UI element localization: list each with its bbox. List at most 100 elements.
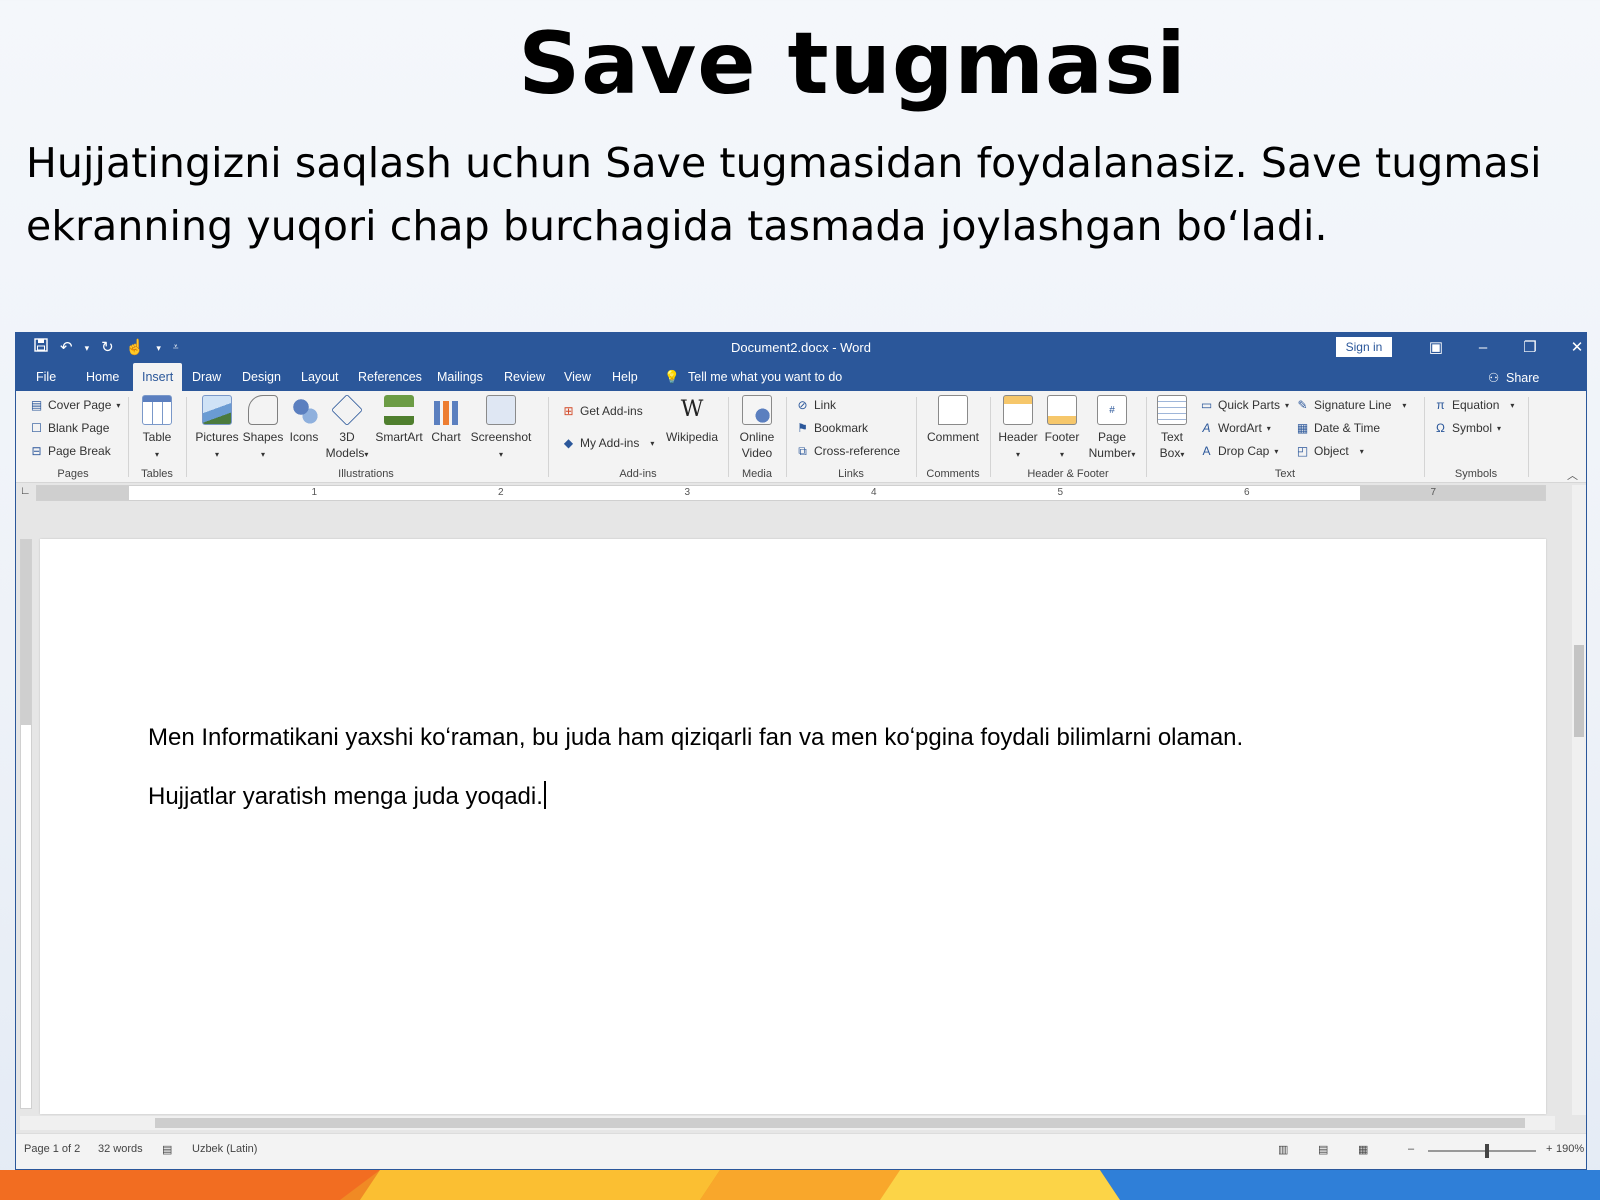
object-button[interactable]: ◰ Object ▾ xyxy=(1296,441,1364,461)
footer-button[interactable]: Footer ▾ xyxy=(1042,395,1082,463)
group-symbols: π Equation ▾ Ω Symbol ▾ Symbols xyxy=(1426,391,1526,483)
tab-references[interactable]: References xyxy=(358,363,422,391)
group-divider xyxy=(728,397,729,477)
screenshot-icon xyxy=(486,395,516,425)
drop-cap-button[interactable]: A Drop Cap ▾ xyxy=(1200,441,1278,461)
ribbon-display-icon[interactable]: ▣ xyxy=(1421,333,1451,363)
ruler-number: 2 xyxy=(498,487,504,498)
online-video-label-line2: Video xyxy=(741,446,773,460)
group-label: Links xyxy=(838,468,864,480)
tab-insert[interactable]: Insert xyxy=(133,363,183,391)
vertical-scroll-thumb[interactable] xyxy=(1574,645,1584,737)
tab-view[interactable]: View xyxy=(564,363,591,391)
cube-icon xyxy=(331,394,363,426)
shapes-button[interactable]: Shapes ▾ xyxy=(242,395,284,463)
ruler-number: 1 xyxy=(311,487,318,498)
cross-reference-button[interactable]: ⧉ Cross-reference xyxy=(796,441,900,461)
symbol-label: Symbol xyxy=(1452,421,1493,435)
zoom-out-icon[interactable]: – xyxy=(1408,1143,1414,1155)
smartart-button[interactable]: SmartArt xyxy=(372,395,426,445)
vertical-scrollbar[interactable] xyxy=(1572,485,1586,1115)
collapse-ribbon-icon[interactable]: ︿ xyxy=(1567,467,1578,483)
sign-in-button[interactable]: Sign in xyxy=(1336,337,1392,357)
3d-models-button[interactable]: 3D Models▾ xyxy=(324,394,370,463)
table-label: Table xyxy=(142,430,172,444)
page-number-button[interactable]: # Page Number▾ xyxy=(1084,395,1140,463)
group-links: ⊘ Link ⚑ Bookmark ⧉ Cross-reference Links xyxy=(788,391,914,483)
bookmark-button[interactable]: ⚑ Bookmark xyxy=(796,418,868,438)
minimize-icon[interactable]: – xyxy=(1468,333,1498,363)
group-header-footer: Header ▾ Footer ▾ # Page Number▾ Header & Fo… xyxy=(992,391,1144,483)
group-label: Symbols xyxy=(1454,468,1498,480)
horizontal-ruler[interactable]: 1 2 3 4 5 6 7 xyxy=(36,485,1546,501)
chart-button[interactable]: Chart xyxy=(428,395,464,445)
page-number-label-line2: Number xyxy=(1088,446,1132,460)
zoom-level[interactable]: 190% xyxy=(1556,1143,1584,1155)
close-icon[interactable]: ✕ xyxy=(1562,333,1586,363)
text-cursor xyxy=(543,781,546,809)
tab-layout[interactable]: Layout xyxy=(301,363,339,391)
tab-review[interactable]: Review xyxy=(504,363,545,391)
screenshot-button[interactable]: Screenshot ▾ xyxy=(468,395,534,463)
symbol-button[interactable]: Ω Symbol ▾ xyxy=(1434,418,1501,438)
title-bar: ↶ ▾ ↻ ☝ ▾ ⩡ Document2.docx - Word Sign i… xyxy=(16,333,1586,363)
date-time-button[interactable]: ▦ Date & Time xyxy=(1296,418,1380,438)
horizontal-scrollbar[interactable] xyxy=(20,1116,1555,1130)
signature-line-button[interactable]: ✎ Signature Line ▾ xyxy=(1296,395,1406,415)
chart-icon xyxy=(431,395,461,425)
chevron-down-icon: ▾ xyxy=(260,450,265,459)
print-layout-icon[interactable]: ▤ xyxy=(1318,1143,1328,1156)
read-mode-icon[interactable]: ▥ xyxy=(1278,1143,1288,1156)
table-button[interactable]: Table ▾ xyxy=(140,395,174,463)
language-indicator[interactable]: Uzbek (Latin) xyxy=(192,1143,257,1155)
horizontal-scroll-thumb[interactable] xyxy=(155,1118,1525,1128)
chevron-down-icon: ▾ xyxy=(1059,450,1064,459)
group-label: Media xyxy=(742,468,772,480)
vertical-ruler[interactable] xyxy=(20,539,32,1109)
page-break-icon: ⊟ xyxy=(31,443,42,458)
pi-icon: π xyxy=(1436,397,1445,412)
share-button[interactable]: Share xyxy=(1506,363,1539,393)
tab-home[interactable]: Home xyxy=(86,363,119,391)
tab-mailings[interactable]: Mailings xyxy=(437,363,483,391)
online-video-button[interactable]: Online Video xyxy=(736,395,778,461)
tab-selector-icon[interactable]: ∟ xyxy=(20,485,31,497)
text-box-button[interactable]: Text Box▾ xyxy=(1150,395,1194,463)
get-addins-button[interactable]: ⊞ Get Add-ins xyxy=(562,401,642,421)
zoom-slider[interactable] xyxy=(1428,1150,1536,1152)
proofing-icon[interactable]: ▤ xyxy=(162,1143,172,1156)
page-count[interactable]: Page 1 of 2 xyxy=(24,1143,80,1155)
tab-help[interactable]: Help xyxy=(612,363,638,391)
chevron-down-icon: ▾ xyxy=(1266,423,1271,433)
restore-icon[interactable]: ❐ xyxy=(1515,333,1545,363)
header-button[interactable]: Header ▾ xyxy=(996,395,1040,463)
document-page[interactable]: Men Informatikani yaxshi koʻraman, bu ju… xyxy=(40,539,1546,1114)
wordart-button[interactable]: A WordArt ▾ xyxy=(1200,418,1271,438)
blank-page-button[interactable]: ☐ Blank Page xyxy=(30,418,109,438)
zoom-in-icon[interactable]: + xyxy=(1546,1143,1552,1155)
cover-page-button[interactable]: ▤ Cover Page ▾ xyxy=(30,395,121,415)
zoom-slider-thumb[interactable] xyxy=(1485,1144,1489,1158)
tab-design[interactable]: Design xyxy=(242,363,281,391)
wordart-label: WordArt xyxy=(1218,421,1262,435)
word-count[interactable]: 32 words xyxy=(98,1143,143,1155)
web-layout-icon[interactable]: ▦ xyxy=(1358,1143,1368,1156)
tab-draw[interactable]: Draw xyxy=(192,363,221,391)
link-button[interactable]: ⊘ Link xyxy=(796,395,836,415)
document-paragraph[interactable]: Hujjatlar yaratish menga juda yoqadi. xyxy=(148,781,546,811)
my-addins-button[interactable]: ◆ My Add-ins ▾ xyxy=(562,433,655,453)
icons-button[interactable]: Icons xyxy=(286,395,322,445)
pictures-button[interactable]: Pictures ▾ xyxy=(194,395,240,463)
comment-button[interactable]: Comment xyxy=(924,395,982,445)
page-break-button[interactable]: ⊟ Page Break xyxy=(30,441,110,461)
tell-me-search[interactable]: Tell me what you want to do xyxy=(688,363,842,391)
table-icon xyxy=(142,395,172,425)
tab-file[interactable]: File xyxy=(36,363,56,391)
quick-parts-button[interactable]: ▭ Quick Parts ▾ xyxy=(1200,395,1289,415)
document-paragraph[interactable]: Men Informatikani yaxshi koʻraman, bu ju… xyxy=(148,724,1243,752)
text-box-label-line2: Box xyxy=(1159,446,1181,460)
blank-page-icon: ☐ xyxy=(31,420,42,435)
bookmark-icon: ⚑ xyxy=(797,420,808,435)
wikipedia-button[interactable]: W Wikipedia xyxy=(662,395,722,445)
equation-button[interactable]: π Equation ▾ xyxy=(1434,395,1514,415)
